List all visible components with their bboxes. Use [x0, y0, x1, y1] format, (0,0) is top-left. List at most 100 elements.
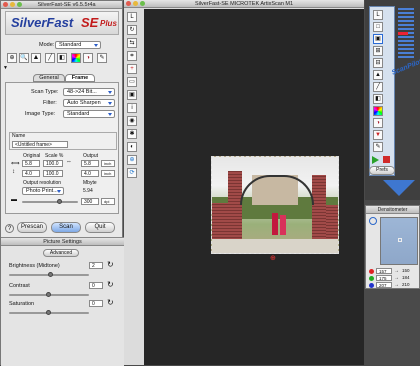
- crosshair-icon[interactable]: ⊕: [270, 254, 276, 262]
- fit-icon[interactable]: +: [127, 64, 137, 74]
- scan-preview-area[interactable]: ⊕: [144, 9, 364, 365]
- pilot-step-1-icon[interactable]: L: [373, 10, 383, 20]
- zoom-icon[interactable]: ⊕: [127, 155, 137, 165]
- dpi-field[interactable]: 300: [81, 198, 99, 205]
- preview-close-dot-icon[interactable]: [126, 1, 131, 6]
- preview-minimize-dot-icon[interactable]: [133, 1, 138, 6]
- green-dot-icon: [369, 276, 374, 281]
- crop-icon[interactable]: ⌗: [127, 51, 137, 61]
- loupe-icon[interactable]: [369, 217, 377, 225]
- filter-label: Filter:: [43, 100, 57, 106]
- pilot-selective-icon[interactable]: ◑: [373, 118, 383, 128]
- densitometer-titlebar[interactable]: Densitometer: [366, 206, 419, 214]
- zoom-dot-icon[interactable]: [17, 2, 22, 7]
- save-frame-icon[interactable]: ▣: [127, 90, 137, 100]
- pilot-step-4-icon[interactable]: ⊞: [373, 46, 383, 56]
- main-window-titlebar[interactable]: SilverFast-SE v6.5.5r4a: [1, 1, 122, 9]
- refresh-icon[interactable]: ⟳: [127, 168, 137, 178]
- prefs-button[interactable]: Prefs: [369, 166, 395, 175]
- compare-icon[interactable]: ◐: [127, 142, 137, 152]
- red-dot-icon: [369, 269, 374, 274]
- resolution-slider-knob[interactable]: [57, 199, 62, 204]
- width-unit-select[interactable]: inch: [101, 160, 115, 167]
- pilot-stop-icon[interactable]: [383, 156, 390, 163]
- preview-zoom-dot-icon[interactable]: [140, 1, 145, 6]
- gradation-icon[interactable]: ╱: [45, 53, 55, 63]
- contrast-reset-icon[interactable]: ↻: [107, 280, 114, 289]
- rotate-icon[interactable]: ↻: [127, 25, 137, 35]
- saturation-reset-icon[interactable]: ↻: [107, 298, 114, 307]
- help-icon[interactable]: ?: [5, 224, 14, 233]
- pilot-step-3-icon[interactable]: ▣: [373, 34, 383, 44]
- scan-pointer-icon[interactable]: ⊕: [7, 53, 17, 63]
- pilot-histogram-icon[interactable]: ▲: [373, 70, 383, 80]
- info-icon[interactable]: i: [127, 103, 137, 113]
- resolution-slider-track[interactable]: [22, 201, 78, 203]
- pilot-step-5-icon[interactable]: ⊟: [373, 58, 383, 68]
- magnifier-icon[interactable]: 🔍: [19, 53, 29, 63]
- name-field[interactable]: <Untitled frame>: [12, 141, 68, 148]
- scan-button[interactable]: Scan: [51, 222, 81, 233]
- filter-select[interactable]: Auto Sharpen: [63, 99, 115, 107]
- histogram-icon[interactable]: ▲: [31, 53, 41, 63]
- sharpen-icon[interactable]: ✎: [97, 53, 107, 63]
- saturation-field[interactable]: 0: [89, 300, 103, 307]
- dpi-unit-select[interactable]: dpi: [101, 198, 115, 205]
- preview-window-titlebar[interactable]: SilverFast-SE MICROTEK ArtixScan M1: [124, 0, 364, 8]
- green-out-value: 184: [402, 275, 410, 280]
- contrast-field[interactable]: 0: [89, 282, 103, 289]
- density-row-red: 157 → 150: [369, 268, 419, 275]
- pilot-arrow-icon[interactable]: ▼: [373, 130, 383, 140]
- selective-color-icon[interactable]: ◑: [83, 53, 93, 63]
- mirror-icon[interactable]: ⇆: [127, 38, 137, 48]
- width-arrow-icon: ⟺: [11, 161, 20, 167]
- mbyte-label: Mbyte: [83, 180, 97, 186]
- scale-height-field[interactable]: 100.0: [43, 170, 63, 177]
- output-height-field[interactable]: 4.0: [81, 170, 99, 177]
- saturation-slider-knob[interactable]: [46, 310, 51, 315]
- brightness-slider-knob[interactable]: [47, 272, 53, 277]
- mode-select[interactable]: Standard: [55, 41, 101, 49]
- output-width-field[interactable]: 5.8: [81, 160, 99, 167]
- pilot-play-icon[interactable]: [372, 156, 379, 164]
- tab-frame[interactable]: Frame: [65, 74, 95, 82]
- main-window-title: SilverFast-SE v6.5.5r4a: [37, 2, 96, 8]
- original-height-field[interactable]: 4.0: [22, 170, 40, 177]
- scale-width-field[interactable]: 100.0: [43, 160, 63, 167]
- levels-icon[interactable]: ◧: [57, 53, 67, 63]
- eye-icon[interactable]: ◉: [127, 116, 137, 126]
- tab-general[interactable]: General: [33, 74, 65, 82]
- scanpilot-panel: L □ ▣ ⊞ ⊟ ▲ ╱ ◧ ◑ ▼ ✎ Prefs ScanPilot: [365, 0, 420, 200]
- advanced-button[interactable]: Advanced: [43, 249, 79, 257]
- scanned-photo[interactable]: [211, 156, 339, 254]
- expand-triangle-icon[interactable]: ▼: [3, 65, 8, 71]
- pilot-color-icon[interactable]: [373, 106, 383, 116]
- link-icon[interactable]: ⇔: [66, 159, 72, 165]
- green-arrow-icon: →: [394, 275, 399, 281]
- quit-button[interactable]: Quit: [85, 222, 115, 233]
- height-unit-select[interactable]: inch: [101, 170, 115, 177]
- pilot-gradation-icon[interactable]: ╱: [373, 82, 383, 92]
- frame-icon[interactable]: ▭: [127, 77, 137, 87]
- prescan-button[interactable]: Prescan: [17, 222, 47, 233]
- picture-settings-title: Picture Settings: [1, 238, 124, 246]
- original-width-field[interactable]: 5.8: [22, 160, 40, 167]
- close-dot-icon[interactable]: [3, 2, 8, 7]
- scan-type-select[interactable]: 48->24 Bit...: [63, 88, 115, 96]
- brightness-field[interactable]: 2: [89, 262, 103, 269]
- pilot-step-2-icon[interactable]: □: [373, 22, 383, 32]
- height-arrow-icon: ↕: [12, 169, 15, 175]
- brightness-reset-icon[interactable]: ↻: [107, 260, 114, 269]
- minimize-dot-icon[interactable]: [10, 2, 15, 7]
- saturation-label: Saturation: [9, 301, 35, 307]
- image-type-select[interactable]: Standard: [63, 110, 115, 118]
- resolution-label: Output resolution: [23, 180, 62, 186]
- color-wheel-icon[interactable]: [71, 53, 81, 63]
- resolution-select[interactable]: Photo Print...: [22, 187, 64, 195]
- pilot-levels-icon[interactable]: ◧: [373, 94, 383, 104]
- gear-icon[interactable]: ✱: [127, 129, 137, 139]
- contrast-slider-knob[interactable]: [46, 292, 51, 297]
- ruler-icon[interactable]: L: [127, 12, 137, 22]
- scale-label: Scale %: [45, 153, 64, 159]
- pilot-sharpen-icon[interactable]: ✎: [373, 142, 383, 152]
